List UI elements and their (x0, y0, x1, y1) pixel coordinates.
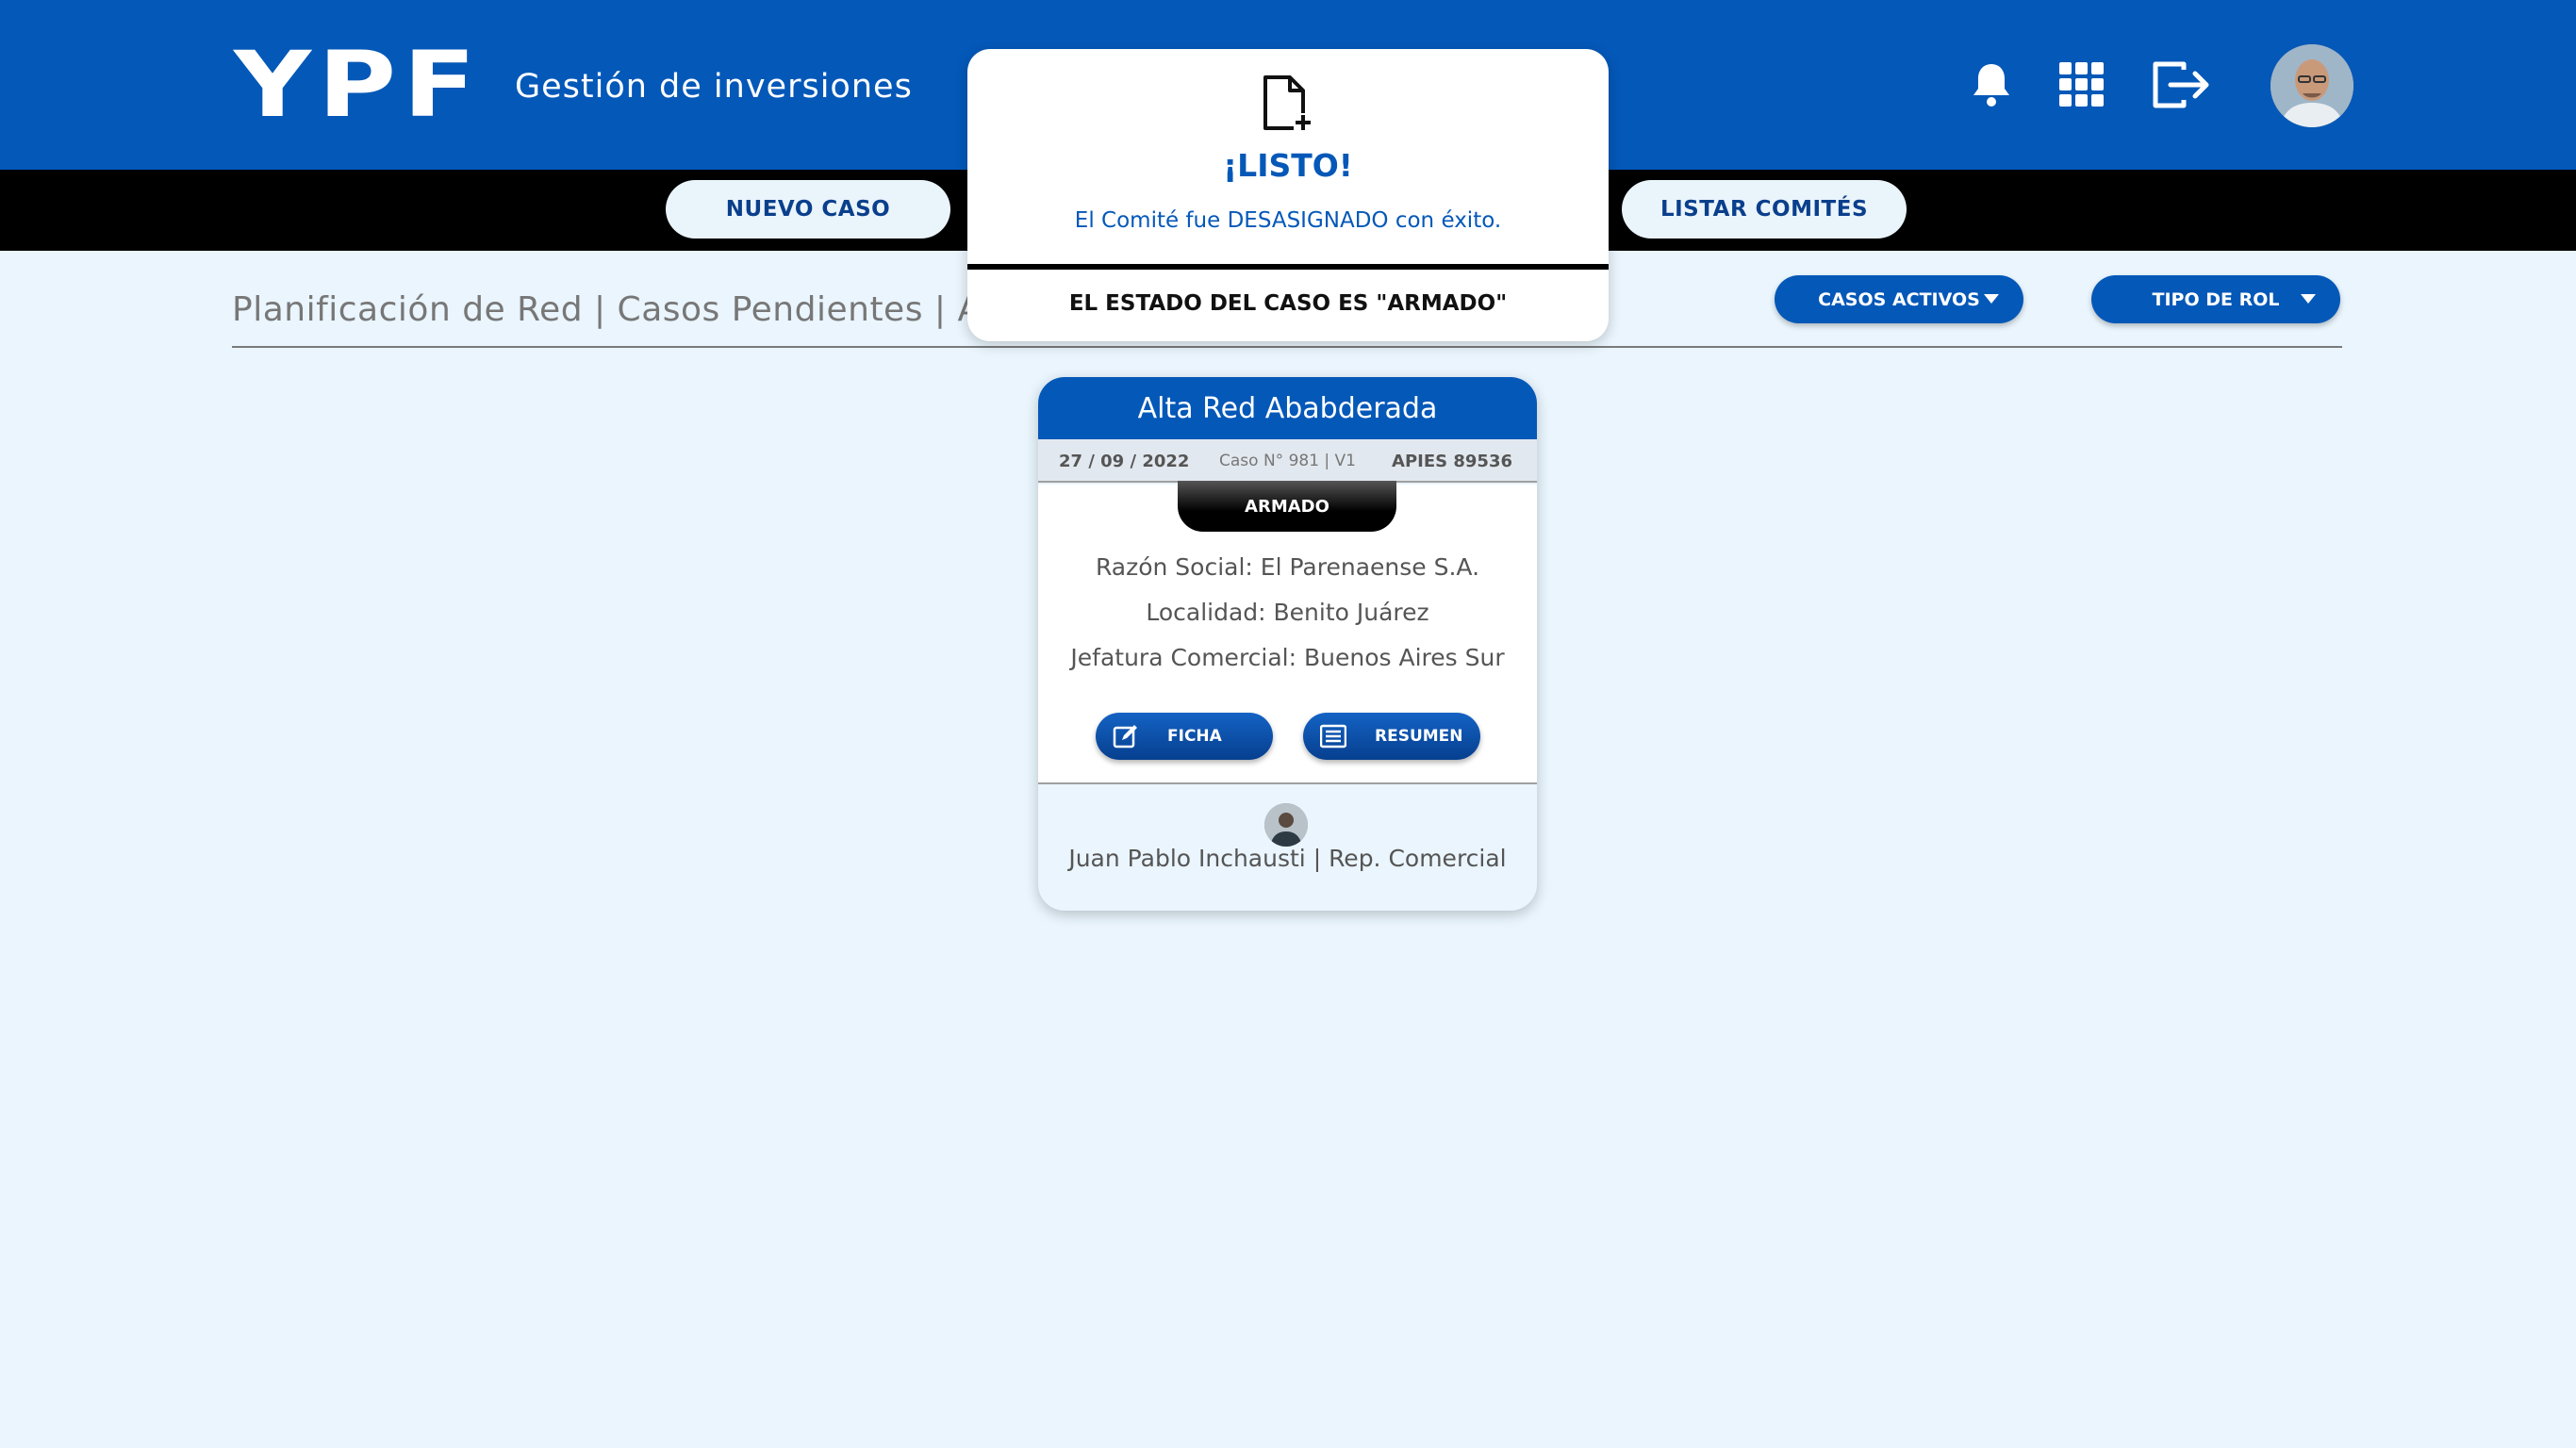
rep-avatar (1264, 803, 1308, 847)
success-modal: ¡LISTO! El Comité fue DESASIGNADO con éx… (967, 49, 1609, 341)
caret-down-icon (2301, 294, 2316, 304)
list-icon (1320, 724, 1346, 749)
case-card-title: Alta Red Ababderada (1038, 377, 1537, 439)
app-title: Gestión de inversiones (515, 68, 913, 106)
tipo-de-rol-label: TIPO DE ROL (2152, 288, 2280, 310)
logout-icon[interactable] (2150, 58, 2212, 111)
casos-activos-dropdown[interactable]: CASOS ACTIVOS (1775, 275, 2023, 323)
case-card-meta: 27 / 09 / 2022 Caso N° 981 | V1 APIES 89… (1038, 439, 1537, 483)
modal-message: El Comité fue DESASIGNADO con éxito. (1074, 208, 1502, 233)
rep-name: Juan Pablo Inchausti | Rep. Comercial (1068, 845, 1507, 872)
listar-comites-button[interactable]: LISTAR COMITÉS (1622, 180, 1907, 239)
case-date: 27 / 09 / 2022 (1059, 452, 1190, 471)
tipo-de-rol-dropdown[interactable]: TIPO DE ROL (2091, 275, 2340, 323)
breadcrumb-divider (232, 346, 2342, 348)
rep-photo-icon (1264, 803, 1308, 847)
edit-icon (1113, 725, 1137, 749)
resumen-label: RESUMEN (1375, 727, 1463, 746)
razon-social: Razón Social: El Parenaense S.A. (1095, 553, 1480, 581)
breadcrumb: Planificación de Red | Casos Pendientes … (232, 290, 1094, 329)
modal-state: EL ESTADO DEL CASO ES "ARMADO" (1068, 291, 1508, 316)
caret-down-icon (1984, 294, 1999, 304)
case-card: Alta Red Ababderada 27 / 09 / 2022 Caso … (1038, 377, 1537, 911)
modal-divider (967, 264, 1609, 270)
nuevo-caso-button[interactable]: NUEVO CASO (666, 180, 950, 239)
ypf-logo[interactable]: YPF (234, 40, 483, 130)
ficha-label: FICHA (1167, 727, 1222, 746)
modal-title: ¡LISTO! (1223, 147, 1353, 184)
status-badge: ARMADO (1178, 481, 1396, 532)
casos-activos-label: CASOS ACTIVOS (1818, 288, 1980, 310)
ficha-button[interactable]: FICHA (1096, 713, 1273, 760)
avatar-photo-icon (2271, 44, 2353, 127)
resumen-button[interactable]: RESUMEN (1303, 713, 1480, 760)
apps-grid-icon[interactable] (2056, 58, 2108, 111)
case-apies: APIES 89536 (1392, 452, 1512, 471)
bell-icon[interactable] (1965, 58, 2018, 111)
file-add-icon (1263, 75, 1313, 132)
localidad: Localidad: Benito Juárez (1146, 599, 1429, 626)
case-number: Caso N° 981 | V1 (1219, 452, 1356, 470)
jefatura-comercial: Jefatura Comercial: Buenos Aires Sur (1070, 644, 1505, 671)
user-avatar[interactable] (2271, 44, 2353, 127)
